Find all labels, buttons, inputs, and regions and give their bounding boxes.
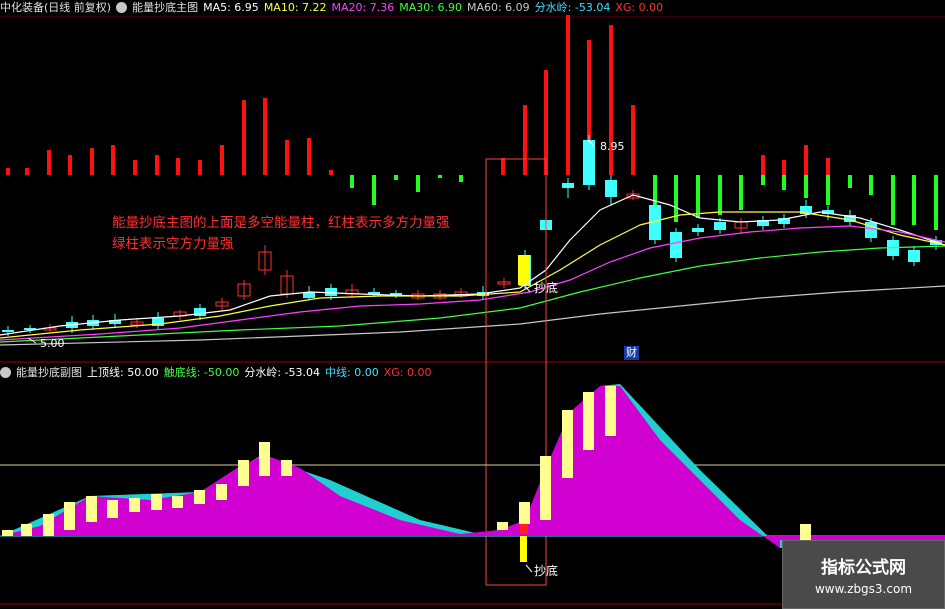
candle-body-down xyxy=(583,140,595,185)
sub-indicator-bar xyxy=(259,442,270,476)
sub-indicator-bar xyxy=(583,392,594,450)
sub-indicator-bar xyxy=(86,496,97,522)
sub-indicator-bar xyxy=(151,494,162,510)
sub-indicator-bar xyxy=(281,460,292,476)
candle-body-down xyxy=(670,232,682,258)
candle-body-down xyxy=(325,288,337,296)
low-price-label: 5.00 xyxy=(40,337,65,350)
magenta-area xyxy=(0,386,945,548)
sub-signal-arrow xyxy=(525,564,533,573)
sub-indicator-bar xyxy=(129,498,140,512)
main-signal-label: 抄底 xyxy=(534,280,558,295)
candle-body-down xyxy=(562,183,574,188)
sub-indicator-bar xyxy=(497,522,508,530)
sub-signal-red xyxy=(520,524,528,534)
watermark-url: www.zbgs3.com xyxy=(814,582,913,596)
chart-canvas[interactable]: 8.95 5.00 抄底 抄底 xyxy=(0,0,945,609)
candle-body-down xyxy=(692,228,704,232)
candle-body-down xyxy=(2,330,14,332)
candle-body-down xyxy=(194,308,206,316)
site-watermark[interactable]: 指标公式网 www.zbgs3.com xyxy=(782,540,945,609)
sub-indicator-bar xyxy=(43,514,54,536)
sub-signal-label: 抄底 xyxy=(534,563,558,578)
sub-indicator-bar xyxy=(21,524,32,536)
candle-body-down xyxy=(605,180,617,197)
sub-indicator-bar xyxy=(519,502,530,524)
sub-indicator-bar xyxy=(64,502,75,530)
candle-body-down xyxy=(865,222,877,238)
signal-candle xyxy=(518,255,530,285)
sub-indicator-bar xyxy=(800,524,811,540)
sub-indicator-bar xyxy=(238,460,249,486)
candle-body-down xyxy=(714,222,726,230)
sub-indicator-bar xyxy=(2,530,13,536)
sub-indicator-bar xyxy=(562,410,573,478)
sub-indicator-bar xyxy=(194,490,205,504)
watermark-title: 指标公式网 xyxy=(821,558,906,578)
sub-indicator-bar xyxy=(172,496,183,508)
sub-indicator-bar xyxy=(540,456,551,520)
sub-signal-yellow xyxy=(520,536,527,562)
candle-body-down xyxy=(368,292,380,294)
candle-body-down xyxy=(908,250,920,262)
sub-indicator-bar xyxy=(216,484,227,500)
ma20-line xyxy=(0,225,945,341)
high-price-label: 8.95 xyxy=(600,140,625,153)
sub-indicator-bar xyxy=(107,500,118,518)
sub-indicator-bar xyxy=(605,386,616,436)
